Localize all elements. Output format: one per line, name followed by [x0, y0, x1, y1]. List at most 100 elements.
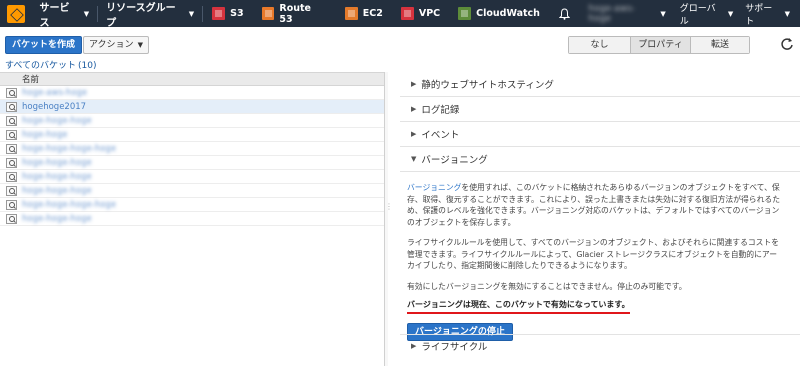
- ec2-icon: [344, 7, 358, 20]
- view-transfer-button[interactable]: 転送: [691, 37, 749, 53]
- chevron-down-icon: ▼: [660, 9, 666, 18]
- table-row[interactable]: hoge-aws-hoge: [0, 86, 384, 100]
- section-events[interactable]: ▶ イベント: [400, 122, 800, 147]
- bucket-name-link[interactable]: hoge-hoge-hoge: [22, 116, 92, 126]
- bucket-magnify-icon[interactable]: [0, 213, 22, 224]
- chevron-down-icon: ▼: [83, 9, 90, 18]
- chevron-down-icon: ▼: [411, 155, 417, 163]
- view-toggle: なし プロパティ 転送: [568, 36, 750, 54]
- versioning-body: バージョニングを使用すれば、このバケットに格納されたあらゆるバージョンのオブジェ…: [400, 172, 784, 341]
- versioning-text: を使用すれば、このバケットに格納されたあらゆるバージョンのオブジェクトをすべて、…: [407, 183, 780, 227]
- support-label: サポート: [745, 3, 773, 27]
- section-versioning[interactable]: ▼ バージョニング: [400, 147, 800, 172]
- section-logging[interactable]: ▶ ログ記録: [400, 97, 800, 122]
- bucket-magnify-icon[interactable]: [0, 129, 22, 140]
- services-label: サービス: [39, 2, 70, 29]
- bucket-name-link[interactable]: hoge-hoge-hoge-hoge: [22, 200, 116, 210]
- aws-logo-icon[interactable]: [0, 0, 32, 27]
- region-label: グローバル: [679, 3, 716, 27]
- shortcut-label: VPC: [418, 8, 441, 19]
- bucket-magnify-icon[interactable]: [0, 171, 22, 182]
- top-nav: サービス ▼ リソースグループ ▼ S3 Route 53 EC2 VPC Clou…: [0, 0, 800, 29]
- shortcut-s3[interactable]: S3: [203, 0, 252, 27]
- table-row[interactable]: hoge-hoge-hoge-hoge: [0, 198, 384, 212]
- toolbar: バケットを作成 アクション ▼ なし プロパティ 転送: [0, 27, 800, 59]
- lifecycle-description: ライフサイクルルールを使用して、すべてのバージョンのオブジェクト、およびそれらに…: [407, 238, 780, 270]
- bucket-name-link[interactable]: hoge-hoge-hoge: [22, 186, 92, 196]
- shortcut-label: CloudWatch: [476, 8, 540, 19]
- vpc-icon: [400, 7, 414, 20]
- section-label: 静的ウェブサイトホスティング: [421, 80, 554, 91]
- bucket-magnify-icon[interactable]: [0, 185, 22, 196]
- panel-resize-handle[interactable]: ⋮: [384, 72, 393, 366]
- services-menu[interactable]: サービス ▼: [32, 0, 98, 29]
- properties-panel: ▶ 静的ウェブサイトホスティング ▶ ログ記録 ▶ イベント ▼ バージョニング バージ…: [400, 72, 800, 366]
- create-bucket-button[interactable]: バケットを作成: [5, 36, 83, 54]
- chevron-down-icon: ▼: [727, 9, 734, 18]
- bucket-magnify-icon[interactable]: [0, 157, 22, 168]
- bucket-name-link[interactable]: hoge-hoge-hoge: [22, 214, 92, 224]
- view-none-button[interactable]: なし: [569, 37, 631, 53]
- column-name-header[interactable]: 名前: [22, 73, 39, 85]
- column-header: 名前: [0, 72, 384, 86]
- notifications-bell-icon[interactable]: [549, 0, 581, 27]
- shortcut-label: EC2: [362, 8, 383, 19]
- shortcut-route53[interactable]: Route 53: [253, 0, 336, 27]
- account-menu[interactable]: hoge-aws-hoge ▼: [580, 0, 673, 27]
- section-label: イベント: [421, 130, 460, 141]
- shortcut-cloudwatch[interactable]: CloudWatch: [449, 0, 549, 27]
- account-name: hoge-aws-hoge: [588, 3, 636, 24]
- bucket-name-link[interactable]: hoge-aws-hoge: [22, 88, 87, 98]
- table-row[interactable]: hoge-hoge-hoge: [0, 184, 384, 198]
- table-row[interactable]: hoge-hoge-hoge: [0, 156, 384, 170]
- bucket-magnify-icon[interactable]: [0, 199, 22, 210]
- section-lifecycle[interactable]: ▶ ライフサイクル: [400, 334, 800, 356]
- bucket-count: (10): [78, 61, 97, 71]
- chevron-down-icon: ▼: [137, 41, 143, 49]
- refresh-icon[interactable]: [780, 37, 794, 51]
- bucket-magnify-icon[interactable]: [0, 143, 22, 154]
- chevron-right-icon: ▶: [411, 341, 417, 350]
- resource-groups-label: リソースグループ: [106, 2, 176, 29]
- section-static-hosting[interactable]: ▶ 静的ウェブサイトホスティング: [400, 72, 800, 97]
- shortcut-label: S3: [230, 8, 244, 19]
- section-label: ログ記録: [421, 105, 460, 116]
- actions-label: アクション: [89, 40, 134, 50]
- chevron-right-icon: ▶: [411, 80, 417, 88]
- table-row[interactable]: hoge-hoge-hoge-hoge: [0, 142, 384, 156]
- all-buckets-label: すべてのバケット: [5, 61, 77, 71]
- chevron-down-icon: ▼: [188, 9, 195, 18]
- s3-icon: [212, 7, 226, 20]
- bucket-name-link[interactable]: hogehoge2017: [22, 102, 86, 112]
- table-row[interactable]: hoge-hoge-hoge: [0, 212, 384, 226]
- versioning-note: 有効にしたバージョニングを無効にすることはできません。停止のみ可能です。: [407, 281, 687, 291]
- table-row[interactable]: hogehoge2017: [0, 100, 384, 114]
- bucket-magnify-icon[interactable]: [0, 101, 22, 112]
- bucket-name-link[interactable]: hoge-hoge-hoge: [22, 172, 92, 182]
- all-buckets-breadcrumb[interactable]: すべてのバケット (10): [5, 58, 97, 71]
- table-row[interactable]: hoge-hoge-hoge: [0, 114, 384, 128]
- table-row[interactable]: hoge-hoge: [0, 128, 384, 142]
- versioning-help-link[interactable]: バージョニング: [407, 183, 461, 192]
- bucket-name-link[interactable]: hoge-hoge-hoge: [22, 158, 92, 168]
- actions-dropdown[interactable]: アクション ▼: [83, 36, 149, 54]
- chevron-down-icon: ▼: [784, 9, 790, 18]
- bucket-magnify-icon[interactable]: [0, 115, 22, 126]
- section-label: バージョニング: [421, 155, 488, 166]
- bucket-magnify-icon[interactable]: [0, 87, 22, 98]
- shortcut-label: Route 53: [279, 2, 311, 25]
- bucket-name-link[interactable]: hoge-hoge-hoge-hoge: [22, 144, 116, 154]
- chevron-right-icon: ▶: [411, 130, 417, 138]
- view-properties-button[interactable]: プロパティ: [631, 37, 691, 53]
- resource-groups-menu[interactable]: リソースグループ ▼: [98, 0, 202, 29]
- table-row[interactable]: hoge-hoge-hoge: [0, 170, 384, 184]
- bucket-name-link[interactable]: hoge-hoge: [22, 130, 68, 140]
- versioning-description: バージョニングを使用すれば、このバケットに格納されたあらゆるバージョンのオブジェ…: [407, 182, 784, 228]
- versioning-status: バージョニングは現在、このバケットで有効になっています。: [407, 299, 630, 314]
- shortcut-vpc[interactable]: VPC: [392, 0, 449, 27]
- route53-icon: [261, 7, 275, 20]
- shortcut-ec2[interactable]: EC2: [336, 0, 392, 27]
- region-menu[interactable]: グローバル ▼: [674, 0, 740, 27]
- cloudwatch-icon: [458, 7, 472, 20]
- support-menu[interactable]: サポート ▼: [739, 0, 800, 27]
